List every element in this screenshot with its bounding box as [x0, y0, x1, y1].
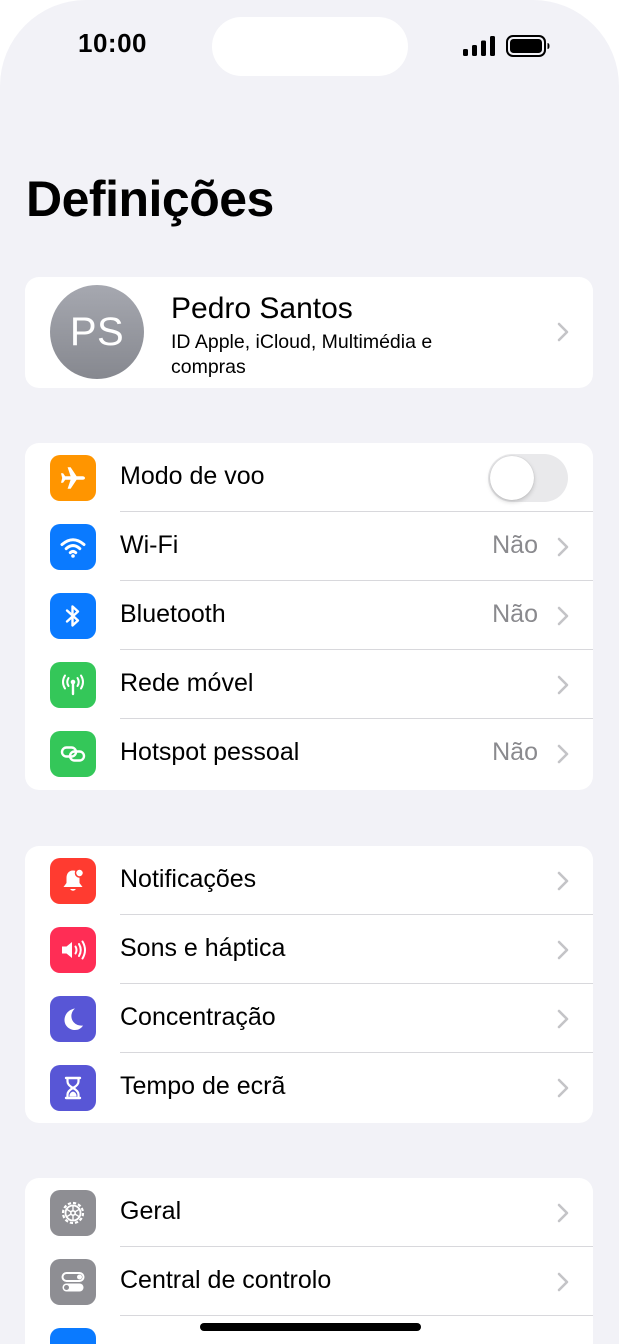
settings-row-value: Não [492, 531, 538, 559]
settings-row-notifications[interactable]: Notificações [25, 846, 593, 915]
settings-row-label: Central de controlo [120, 1266, 332, 1294]
settings-row-sounds[interactable]: Sons e háptica [25, 915, 593, 984]
chevron-right-icon [557, 322, 569, 342]
settings-row-label: Concentração [120, 1003, 276, 1031]
link-icon [50, 731, 96, 777]
avatar: PS [50, 285, 144, 379]
general-group: Geral Central de controlo [25, 1178, 593, 1344]
chevron-right-icon [557, 1272, 569, 1292]
settings-row-value: Não [492, 738, 538, 766]
battery-icon [506, 35, 550, 57]
settings-row-wifi[interactable]: Wi-Fi Não [25, 512, 593, 581]
settings-row-label: Bluetooth [120, 600, 226, 628]
chevron-right-icon [557, 940, 569, 960]
airplane-icon [50, 455, 96, 501]
chevron-right-icon [557, 537, 569, 557]
airplane-mode-toggle[interactable] [488, 454, 568, 502]
settings-row-label: Tempo de ecrã [120, 1072, 286, 1100]
apple-id-row[interactable]: PS Pedro Santos ID Apple, iCloud, Multim… [25, 277, 593, 388]
chevron-right-icon [557, 606, 569, 626]
settings-row-label: Notificações [120, 865, 257, 893]
settings-row-value: Não [492, 600, 538, 628]
settings-row-bluetooth[interactable]: Bluetooth Não [25, 581, 593, 650]
hourglass-icon [50, 1065, 96, 1111]
settings-screen: 10:00 Definições PS Pedro Santos ID Appl… [0, 0, 619, 1344]
dynamic-island [212, 17, 408, 76]
chevron-right-icon [557, 1009, 569, 1029]
chevron-right-icon [557, 871, 569, 891]
home-indicator[interactable] [200, 1323, 421, 1331]
profile-name: Pedro Santos [171, 292, 353, 325]
bluetooth-icon [50, 593, 96, 639]
toggle-knob [490, 456, 534, 500]
moon-icon [50, 996, 96, 1042]
settings-row-label: Rede móvel [120, 669, 254, 697]
settings-row-label: Modo de voo [120, 462, 265, 490]
settings-row-focus[interactable]: Concentração [25, 984, 593, 1053]
display-icon [50, 1328, 96, 1344]
switches-icon [50, 1259, 96, 1305]
chevron-right-icon [557, 675, 569, 695]
settings-row-control-center[interactable]: Central de controlo [25, 1247, 593, 1316]
settings-row-label: Sons e háptica [120, 934, 286, 962]
settings-row-label: Wi-Fi [120, 531, 179, 559]
settings-row-airplane-mode[interactable]: Modo de voo [25, 443, 593, 512]
chevron-right-icon [557, 744, 569, 764]
connectivity-group: Modo de voo Wi-Fi Não Bluetooth Não Rede… [25, 443, 593, 790]
notifications-group: Notificações Sons e háptica Concentração… [25, 846, 593, 1123]
settings-row-general[interactable]: Geral [25, 1178, 593, 1247]
status-bar: 10:00 [0, 0, 619, 90]
cellular-signal-icon [463, 36, 495, 56]
settings-row-cellular[interactable]: Rede móvel [25, 650, 593, 719]
chevron-right-icon [557, 1203, 569, 1223]
antenna-icon [50, 662, 96, 708]
status-time: 10:00 [78, 28, 147, 58]
settings-row-label: Geral [120, 1197, 182, 1225]
page-title: Definições [26, 171, 274, 227]
gear-icon [50, 1190, 96, 1236]
speaker-icon [50, 927, 96, 973]
settings-row-screen-time[interactable]: Tempo de ecrã [25, 1053, 593, 1122]
wifi-icon [50, 524, 96, 570]
settings-row-label: Hotspot pessoal [120, 738, 300, 766]
bell-icon [50, 858, 96, 904]
profile-subtitle: ID Apple, iCloud, Multimédia e compras [171, 331, 433, 378]
settings-row-hotspot[interactable]: Hotspot pessoal Não [25, 719, 593, 788]
chevron-right-icon [557, 1078, 569, 1098]
